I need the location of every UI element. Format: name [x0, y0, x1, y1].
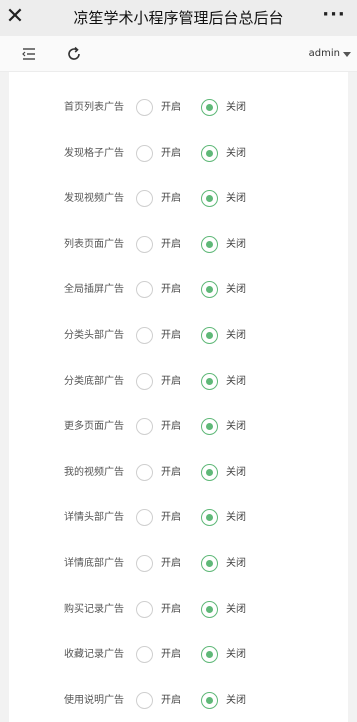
- radio-off[interactable]: [201, 555, 218, 572]
- toolbar: admin: [0, 36, 357, 72]
- setting-row: 列表页面广告 开启 关闭: [9, 227, 348, 263]
- radio-label-off: 关闭: [226, 375, 246, 387]
- radio-label-off: 关闭: [226, 649, 246, 661]
- ad-settings-panel: 首页列表广告 开启 关闭 发现格子广告 开启 关闭 发现视频广告 开启 关闭 列表页面广告 开启 关闭…: [9, 72, 348, 722]
- title-bar: ✕ 凉笙学术小程序管理后台总后台 ···: [0, 0, 357, 36]
- setting-label: 详情底部广告: [64, 558, 124, 569]
- close-icon[interactable]: ✕: [2, 2, 28, 32]
- radio-off[interactable]: [201, 372, 218, 390]
- radio-label-off: 关闭: [226, 512, 246, 524]
- user-menu[interactable]: admin: [309, 36, 351, 72]
- setting-label: 全局插屏广告: [64, 284, 124, 296]
- setting-label: 发现视频广告: [64, 193, 124, 205]
- setting-label: 分类底部广告: [64, 375, 124, 387]
- radio-off[interactable]: [201, 646, 218, 664]
- radio-label-on: 开启: [161, 238, 181, 250]
- radio-on[interactable]: [136, 281, 153, 299]
- radio-off[interactable]: [201, 281, 218, 299]
- radio-on[interactable]: [136, 144, 153, 162]
- radio-on[interactable]: [136, 235, 153, 253]
- radio-on[interactable]: [136, 509, 153, 527]
- radio-label-on: 开启: [161, 512, 181, 524]
- radio-on[interactable]: [136, 691, 153, 709]
- radio-label-on: 开启: [161, 193, 181, 205]
- radio-off[interactable]: [201, 99, 218, 116]
- setting-label: 列表页面广告: [64, 238, 124, 250]
- radio-on[interactable]: [136, 600, 153, 618]
- setting-row: 详情头部广告 开启 关闭: [9, 500, 348, 536]
- setting-row: 发现视频广告 开启 关闭: [9, 181, 348, 217]
- radio-label-on: 开启: [161, 284, 181, 296]
- setting-row: 发现格子广告 开启 关闭: [9, 136, 348, 172]
- setting-row: 购买记录广告 开启 关闭: [9, 592, 348, 628]
- refresh-icon[interactable]: [64, 44, 84, 64]
- radio-off[interactable]: [201, 418, 218, 436]
- radio-label-on: 开启: [161, 330, 181, 341]
- radio-label-on: 开启: [161, 694, 181, 706]
- radio-label-on: 开启: [161, 466, 181, 478]
- main-content: 首页列表广告 开启 关闭 发现格子广告 开启 关闭 发现视频广告 开启 关闭 列表页面广告 开启 关闭…: [0, 72, 357, 722]
- radio-label-off: 关闭: [226, 558, 246, 569]
- setting-label: 首页列表广告: [64, 102, 124, 113]
- radio-off[interactable]: [201, 327, 218, 344]
- radio-off[interactable]: [201, 600, 218, 618]
- setting-row: 我的视频广告 开启 关闭: [9, 455, 348, 491]
- radio-on[interactable]: [136, 646, 153, 664]
- radio-label-on: 开启: [161, 421, 181, 433]
- radio-on[interactable]: [136, 418, 153, 436]
- setting-row: 全局插屏广告 开启 关闭: [9, 272, 348, 308]
- radio-label-off: 关闭: [226, 330, 246, 341]
- radio-off[interactable]: [201, 144, 218, 162]
- setting-row: 分类头部广告 开启 关闭: [9, 318, 348, 354]
- setting-label: 收藏记录广告: [64, 649, 124, 661]
- setting-row: 详情底部广告 开启 关闭: [9, 546, 348, 582]
- page-title: 凉笙学术小程序管理后台总后台: [73, 9, 284, 27]
- radio-on[interactable]: [136, 372, 153, 390]
- radio-on[interactable]: [136, 327, 153, 344]
- radio-label-on: 开启: [161, 558, 181, 569]
- setting-label: 分类头部广告: [64, 330, 124, 341]
- radio-label-off: 关闭: [226, 102, 246, 113]
- setting-row: 收藏记录广告 开启 关闭: [9, 637, 348, 673]
- radio-on[interactable]: [136, 555, 153, 572]
- radio-off[interactable]: [201, 463, 218, 481]
- radio-label-on: 开启: [161, 147, 181, 159]
- radio-off[interactable]: [201, 509, 218, 527]
- radio-label-off: 关闭: [226, 147, 246, 159]
- radio-on[interactable]: [136, 463, 153, 481]
- setting-row: 使用说明广告 开启 关闭: [9, 683, 348, 719]
- setting-label: 购买记录广告: [64, 603, 124, 615]
- radio-label-off: 关闭: [226, 238, 246, 250]
- radio-on[interactable]: [136, 99, 153, 116]
- setting-label: 我的视频广告: [64, 466, 124, 478]
- radio-label-off: 关闭: [226, 193, 246, 205]
- radio-label-off: 关闭: [226, 421, 246, 433]
- user-name: admin: [308, 48, 340, 59]
- radio-label-off: 关闭: [226, 694, 246, 706]
- radio-label-on: 开启: [161, 102, 181, 113]
- setting-row: 分类底部广告 开启 关闭: [9, 364, 348, 400]
- radio-label-on: 开启: [161, 649, 181, 661]
- radio-label-on: 开启: [161, 375, 181, 387]
- setting-label: 使用说明广告: [64, 694, 124, 706]
- setting-label: 更多页面广告: [64, 421, 124, 433]
- setting-row: 更多页面广告 开启 关闭: [9, 409, 348, 445]
- radio-label-off: 关闭: [226, 603, 246, 615]
- menu-fold-icon[interactable]: [19, 44, 39, 64]
- setting-label: 发现格子广告: [64, 147, 124, 159]
- setting-label: 详情头部广告: [64, 512, 124, 524]
- radio-off[interactable]: [201, 235, 218, 253]
- caret-down-icon: [343, 52, 351, 57]
- radio-label-off: 关闭: [226, 466, 246, 478]
- radio-on[interactable]: [136, 190, 153, 208]
- radio-off[interactable]: [201, 691, 218, 709]
- radio-label-off: 关闭: [226, 284, 246, 296]
- setting-row: 首页列表广告 开启 关闭: [9, 90, 348, 126]
- more-icon[interactable]: ···: [317, 2, 351, 32]
- radio-off[interactable]: [201, 190, 218, 208]
- radio-label-on: 开启: [161, 603, 181, 615]
